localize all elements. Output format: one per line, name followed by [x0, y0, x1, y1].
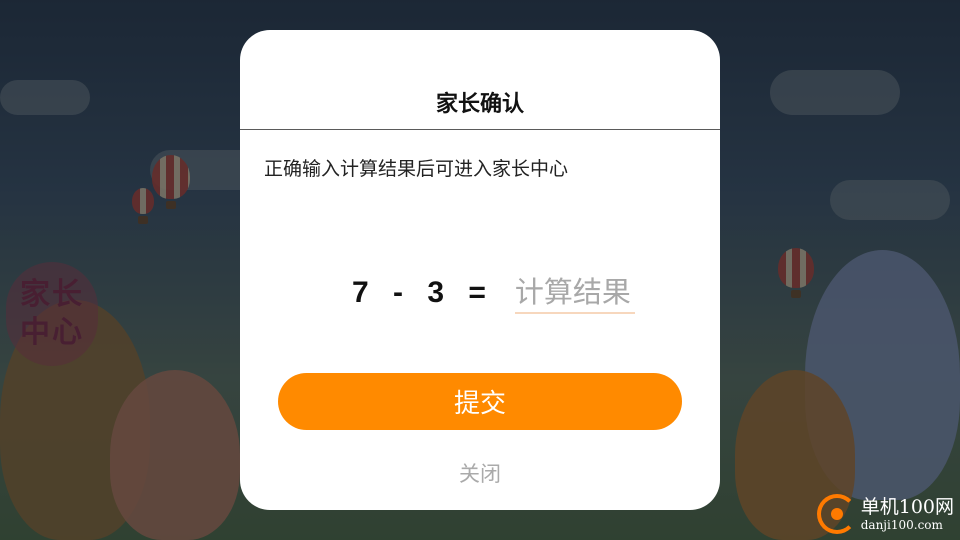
instruction-text: 正确输入计算结果后可进入家长中心	[264, 158, 569, 180]
parent-confirm-dialog: 家长确认 正确输入计算结果后可进入家长中心 7 - 3 = 提交 关闭	[240, 30, 720, 510]
app-screen: 家长 中心 家长确认 正确输入计算结果后可进入家长中心 7 - 3 = 提交 关…	[0, 0, 960, 540]
dialog-title: 家长确认	[435, 92, 524, 117]
watermark-url: danji100.com	[860, 518, 943, 532]
close-button[interactable]: 关闭	[240, 458, 720, 488]
submit-button[interactable]: 提交	[278, 373, 682, 430]
answer-input[interactable]	[514, 272, 635, 314]
site-logo-icon	[816, 494, 857, 534]
watermark-name: 单机100网	[860, 496, 954, 518]
equation-text: 7 - 3 =	[352, 276, 487, 309]
watermark-text: 单机100网 danji100.com	[861, 496, 954, 532]
site-watermark: 单机100网 danji100.com	[816, 494, 954, 534]
title-divider	[240, 129, 720, 130]
math-question: 7 - 3 =	[352, 270, 635, 316]
